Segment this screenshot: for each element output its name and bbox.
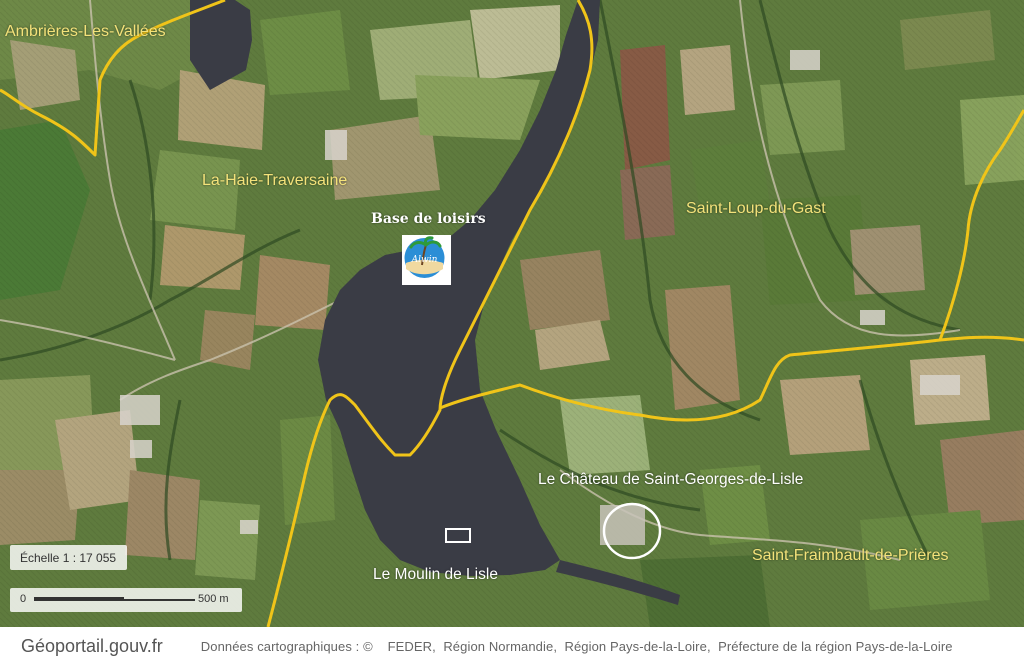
commune-label: La-Haie-Traversaine [202, 172, 348, 189]
scale-bar: 0 500 m [10, 588, 242, 612]
commune-label: Saint-Fraimbault-de-Prières [752, 547, 949, 564]
attribution-source[interactable]: Région Normandie [443, 639, 553, 654]
place-label-moulin: Le Moulin de Lisle [373, 566, 498, 583]
leisure-logo-graphic: Alwin [404, 236, 445, 278]
scale-bar-end: 500 m [198, 593, 229, 605]
logo-text: Alwin [411, 255, 438, 265]
scale-bar-segment [34, 597, 124, 601]
place-label-chateau: Le Château de Saint-Georges-de-Lisle [538, 471, 804, 488]
scale-ratio: Échelle 1 : 17 055 [10, 545, 127, 570]
attribution-source[interactable]: Préfecture de la région Pays-de-la-Loire [718, 639, 953, 654]
commune-label: Ambrières-Les-Vallées [5, 23, 166, 40]
attribution-source[interactable]: Région Pays-de-la-Loire [564, 639, 706, 654]
attribution: Données cartographiques : © FEDER, Régio… [200, 638, 953, 654]
commune-label: Saint-Loup-du-Gast [686, 200, 826, 217]
aerial-imagery [0, 0, 1024, 627]
attribution-prefix: Données cartographiques : © [200, 638, 373, 654]
scale-bar-start: 0 [20, 593, 27, 605]
attribution-source[interactable]: FEDER [388, 639, 433, 654]
leisure-base-logo-icon[interactable]: Alwin [402, 235, 451, 285]
poi-title: Base de loisirs [371, 211, 486, 227]
map-view[interactable]: Ambrières-Les-Vallées La-Haie-Traversain… [0, 0, 1024, 627]
geoportail-brand[interactable]: Géoportail.gouv.fr [21, 636, 163, 657]
scale-ratio-text: Échelle 1 : 17 055 [20, 550, 117, 565]
footer: Géoportail.gouv.fr Données cartographiqu… [0, 627, 1024, 665]
